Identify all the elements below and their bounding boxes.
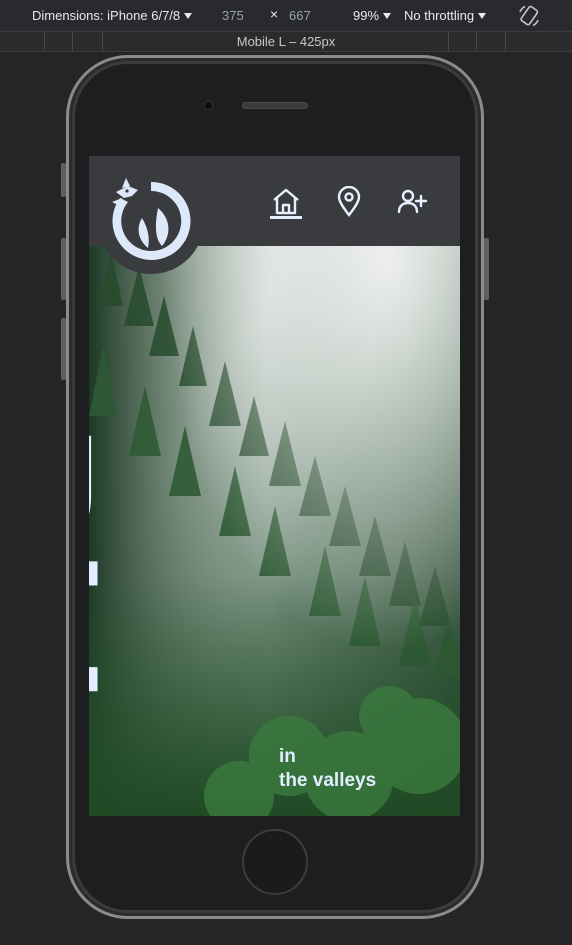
width-input[interactable]: 375 — [222, 8, 244, 23]
rotate-icon[interactable] — [516, 3, 542, 29]
tagline-line-2: the valleys — [279, 770, 377, 791]
hero-title: Ride — [89, 424, 128, 797]
media-query-bar: Mobile L – 425px — [0, 32, 572, 52]
chevron-down-icon — [383, 12, 392, 19]
zoom-label: 99% — [353, 8, 380, 23]
active-nav-indicator — [270, 216, 302, 219]
device-select[interactable]: Dimensions: iPhone 6/7/8 — [32, 8, 193, 23]
add-user-icon[interactable] — [396, 186, 428, 218]
height-input[interactable]: 667 — [289, 8, 311, 23]
device-select-label: Dimensions: iPhone 6/7/8 — [32, 8, 181, 23]
home-icon[interactable] — [270, 186, 302, 218]
power-button — [484, 238, 489, 300]
chevron-down-icon — [478, 12, 487, 19]
dragon-ring-icon — [112, 178, 191, 260]
ruler-label[interactable]: Mobile L – 425px — [0, 34, 572, 49]
times-glyph: × — [270, 6, 279, 22]
device-toolbar: Dimensions: iPhone 6/7/8 375 × 667 99% N… — [0, 0, 572, 32]
tagline-line-1: in — [279, 746, 296, 767]
logo-badge[interactable] — [98, 168, 204, 274]
front-camera — [204, 101, 213, 110]
hero-tagline: in the valleys — [279, 745, 376, 793]
location-pin-icon[interactable] — [333, 186, 365, 218]
home-button[interactable] — [242, 829, 308, 895]
throttling-select[interactable]: No throttling — [404, 8, 487, 23]
earpiece-speaker — [242, 102, 308, 109]
chevron-down-icon — [184, 12, 193, 19]
throttling-label: No throttling — [404, 8, 475, 23]
zoom-select[interactable]: 99% — [353, 8, 392, 23]
device-screen: Ride in the valleys — [89, 156, 460, 816]
